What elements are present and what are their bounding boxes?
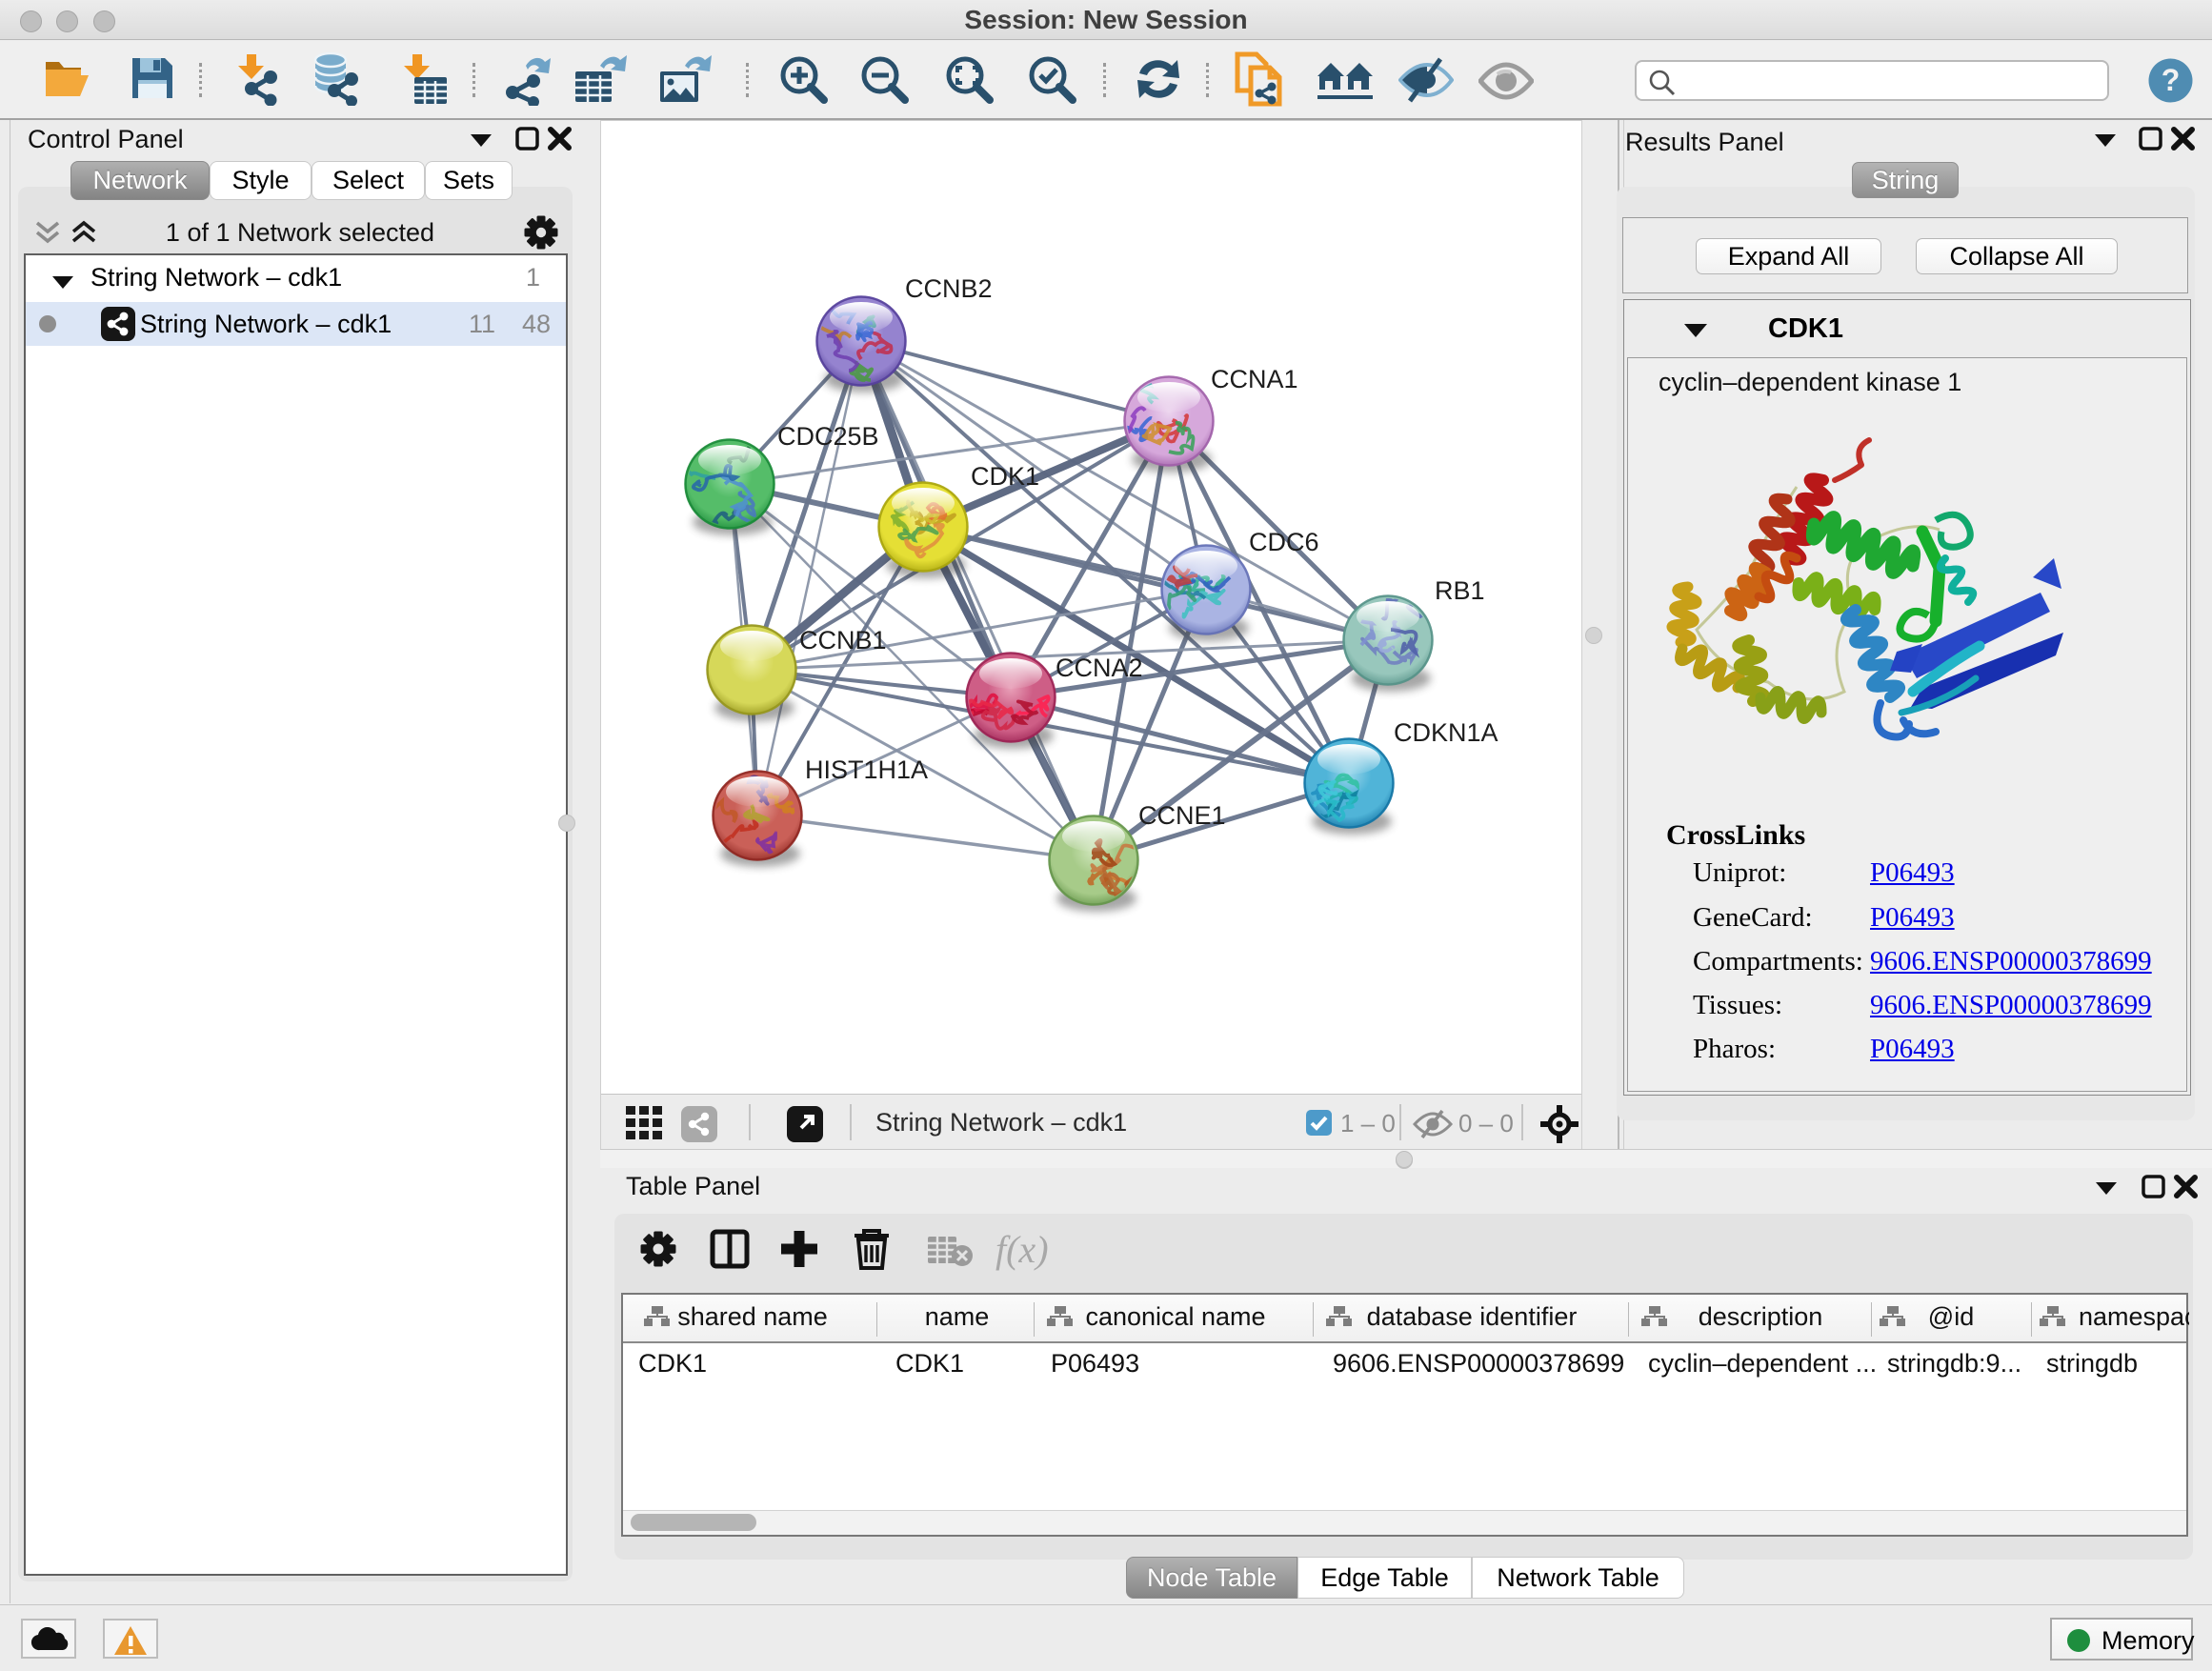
svg-text:?: ?: [2162, 63, 2181, 97]
svg-text:CDKN1A: CDKN1A: [1394, 718, 1498, 747]
svg-text:CCNE1: CCNE1: [1138, 801, 1226, 830]
svg-text:HIST1H1A: HIST1H1A: [805, 755, 928, 784]
svg-text:CCNB1: CCNB1: [799, 626, 887, 654]
svg-text:CDK1: CDK1: [971, 462, 1039, 491]
svg-text:CCNB2: CCNB2: [905, 274, 993, 303]
svg-text:RB1: RB1: [1435, 576, 1485, 605]
svg-text:CCNA2: CCNA2: [1056, 654, 1143, 682]
svg-text:CCNA1: CCNA1: [1211, 365, 1298, 393]
svg-text:CDC6: CDC6: [1249, 528, 1319, 556]
svg-text:CDC25B: CDC25B: [777, 422, 879, 451]
